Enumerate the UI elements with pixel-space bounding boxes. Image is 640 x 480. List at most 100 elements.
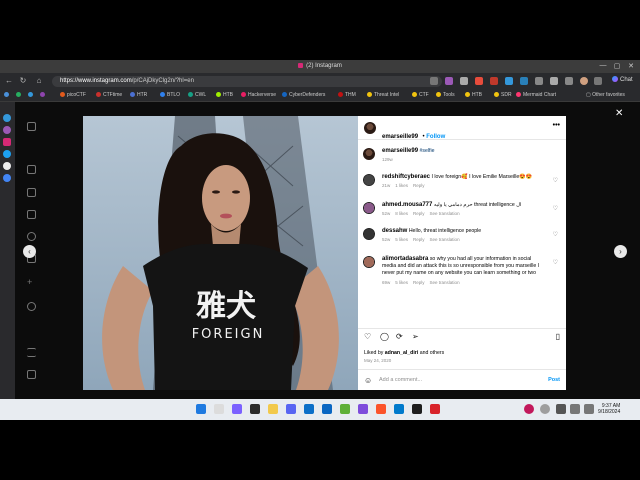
reply-button[interactable]: Reply	[413, 237, 425, 242]
next-post-button[interactable]: ›	[614, 245, 627, 258]
other-favorites[interactable]: ▢ Other favorites	[586, 92, 625, 98]
search-icon[interactable]	[27, 188, 36, 197]
star-icon[interactable]	[430, 77, 438, 85]
see-translation-button[interactable]: See translation	[430, 237, 460, 242]
comment-username[interactable]: dessahw	[382, 228, 407, 234]
reload-button[interactable]: ↻	[18, 76, 28, 86]
bookmark-item[interactable]: Threat Intel	[367, 92, 399, 98]
reply-button[interactable]: Reply	[413, 183, 425, 188]
bookmark-item[interactable]: CWL	[188, 92, 206, 98]
bookmark-item[interactable]: Tools	[436, 92, 455, 98]
reels-icon[interactable]	[27, 232, 36, 241]
app-icon[interactable]	[322, 404, 332, 414]
url-input[interactable]: https://www.instagram.com/p/CAjDkyClg2n/…	[52, 76, 442, 87]
bookmark-icon[interactable]	[4, 92, 11, 98]
favorites-icon[interactable]	[550, 77, 558, 85]
comment-like-heart-icon[interactable]: ♡	[553, 205, 558, 212]
home-button[interactable]: ⌂	[34, 76, 44, 86]
close-icon[interactable]: ✕	[615, 108, 623, 119]
share-icon[interactable]: ➢	[412, 333, 419, 341]
save-bookmark-icon[interactable]: ▯	[556, 333, 560, 341]
comment-likes[interactable]: 1 likes	[395, 183, 408, 188]
volume-icon[interactable]	[584, 404, 594, 414]
extension-icon[interactable]	[460, 77, 468, 85]
back-button[interactable]: ←	[4, 76, 14, 86]
extension-icon[interactable]	[445, 77, 453, 85]
edge-icon[interactable]	[304, 404, 314, 414]
post-image[interactable]: 雅犬 FOREIGN	[83, 116, 358, 390]
bookmark-icon[interactable]	[28, 92, 35, 98]
reply-button[interactable]: Reply	[413, 280, 425, 285]
commenter-avatar[interactable]	[363, 202, 375, 214]
comment-like-heart-icon[interactable]: ♡	[553, 259, 558, 266]
sidebar-app-icon[interactable]	[3, 126, 11, 134]
comment-username[interactable]: alimortadasabra	[382, 256, 428, 262]
commenter-avatar[interactable]	[363, 256, 375, 268]
bookmark-icon[interactable]	[40, 92, 47, 98]
comment-likes[interactable]: 5 likes	[395, 280, 408, 285]
previous-post-button[interactable]: ‹	[23, 245, 36, 258]
app-icon[interactable]	[358, 404, 368, 414]
explore-icon[interactable]	[27, 210, 36, 219]
follow-button[interactable]: Follow	[426, 134, 445, 140]
app-icon[interactable]	[412, 404, 422, 414]
settings-icon[interactable]	[594, 77, 602, 85]
like-heart-icon[interactable]: ♡	[364, 333, 371, 341]
commenter-avatar[interactable]	[363, 174, 375, 186]
minimize-button[interactable]: —	[596, 62, 610, 69]
bookmark-item[interactable]: CTFtime	[96, 92, 122, 98]
comment-username[interactable]: ahmed.mousa777	[382, 202, 432, 208]
create-icon[interactable]: +	[27, 278, 36, 287]
comment-likes[interactable]: 5 likes	[395, 237, 408, 242]
bookmark-item[interactable]: Hackerverse	[241, 92, 276, 98]
windows-start-icon[interactable]	[196, 404, 206, 414]
sidebar-app-icon[interactable]	[3, 114, 11, 122]
bookmark-icon[interactable]	[16, 92, 23, 98]
bookmark-item[interactable]: BTLO	[160, 92, 180, 98]
comment-like-heart-icon[interactable]: ♡	[553, 177, 558, 184]
maximize-button[interactable]: ▢	[610, 62, 624, 70]
comment-icon[interactable]: ◯	[380, 333, 389, 341]
instagram-icon[interactable]	[3, 138, 11, 146]
wifi-icon[interactable]	[570, 404, 580, 414]
comment-like-heart-icon[interactable]: ♡	[553, 231, 558, 238]
chat-button[interactable]: Chat	[612, 76, 633, 83]
bookmark-item[interactable]: HTR	[130, 92, 147, 98]
bookmark-item[interactable]: CyberDefenders	[282, 92, 325, 98]
more-horizontal-icon[interactable]: •••	[553, 122, 560, 129]
bookmark-item[interactable]: Mermaid Chart	[516, 92, 556, 98]
system-clock[interactable]: 9:37 AM 9/18/2024	[598, 403, 620, 415]
vscode-icon[interactable]	[394, 404, 404, 414]
terminal-icon[interactable]	[250, 404, 260, 414]
collections-icon[interactable]	[565, 77, 573, 85]
liked-by-user[interactable]: adnan_al_diri	[385, 350, 418, 356]
see-translation-button[interactable]: See translation	[430, 211, 460, 216]
file-explorer-icon[interactable]	[268, 404, 278, 414]
twitter-icon[interactable]	[3, 150, 11, 158]
brave-icon[interactable]	[376, 404, 386, 414]
caption-hashtag[interactable]: #selfie	[419, 148, 434, 154]
repost-icon[interactable]: ⟳	[396, 333, 403, 341]
copilot-icon[interactable]	[232, 404, 242, 414]
caption-username[interactable]: emarseille99	[382, 148, 418, 154]
instagram-logo-icon[interactable]	[27, 122, 36, 131]
extension-icon[interactable]	[490, 77, 498, 85]
close-window-button[interactable]: ✕	[624, 62, 638, 70]
extension-icon[interactable]	[505, 77, 513, 85]
github-icon[interactable]	[3, 162, 11, 170]
comment-input[interactable]: Add a comment...	[379, 377, 422, 383]
app-icon[interactable]	[340, 404, 350, 414]
comment-likes[interactable]: 8 likes	[395, 211, 408, 216]
bookmark-item[interactable]: HTB	[216, 92, 233, 98]
menu-icon[interactable]	[27, 348, 36, 357]
search-icon[interactable]	[214, 404, 224, 414]
commenter-avatar[interactable]	[363, 228, 375, 240]
extension-icon[interactable]	[475, 77, 483, 85]
bookmark-item[interactable]: SDR	[494, 92, 512, 98]
app-icon[interactable]	[286, 404, 296, 414]
bookmark-item[interactable]: picoCTF	[60, 92, 86, 98]
threads-icon[interactable]	[27, 370, 36, 379]
reply-button[interactable]: Reply	[413, 211, 425, 216]
profile-avatar[interactable]	[580, 77, 588, 85]
bookmark-item[interactable]: CTF	[412, 92, 429, 98]
